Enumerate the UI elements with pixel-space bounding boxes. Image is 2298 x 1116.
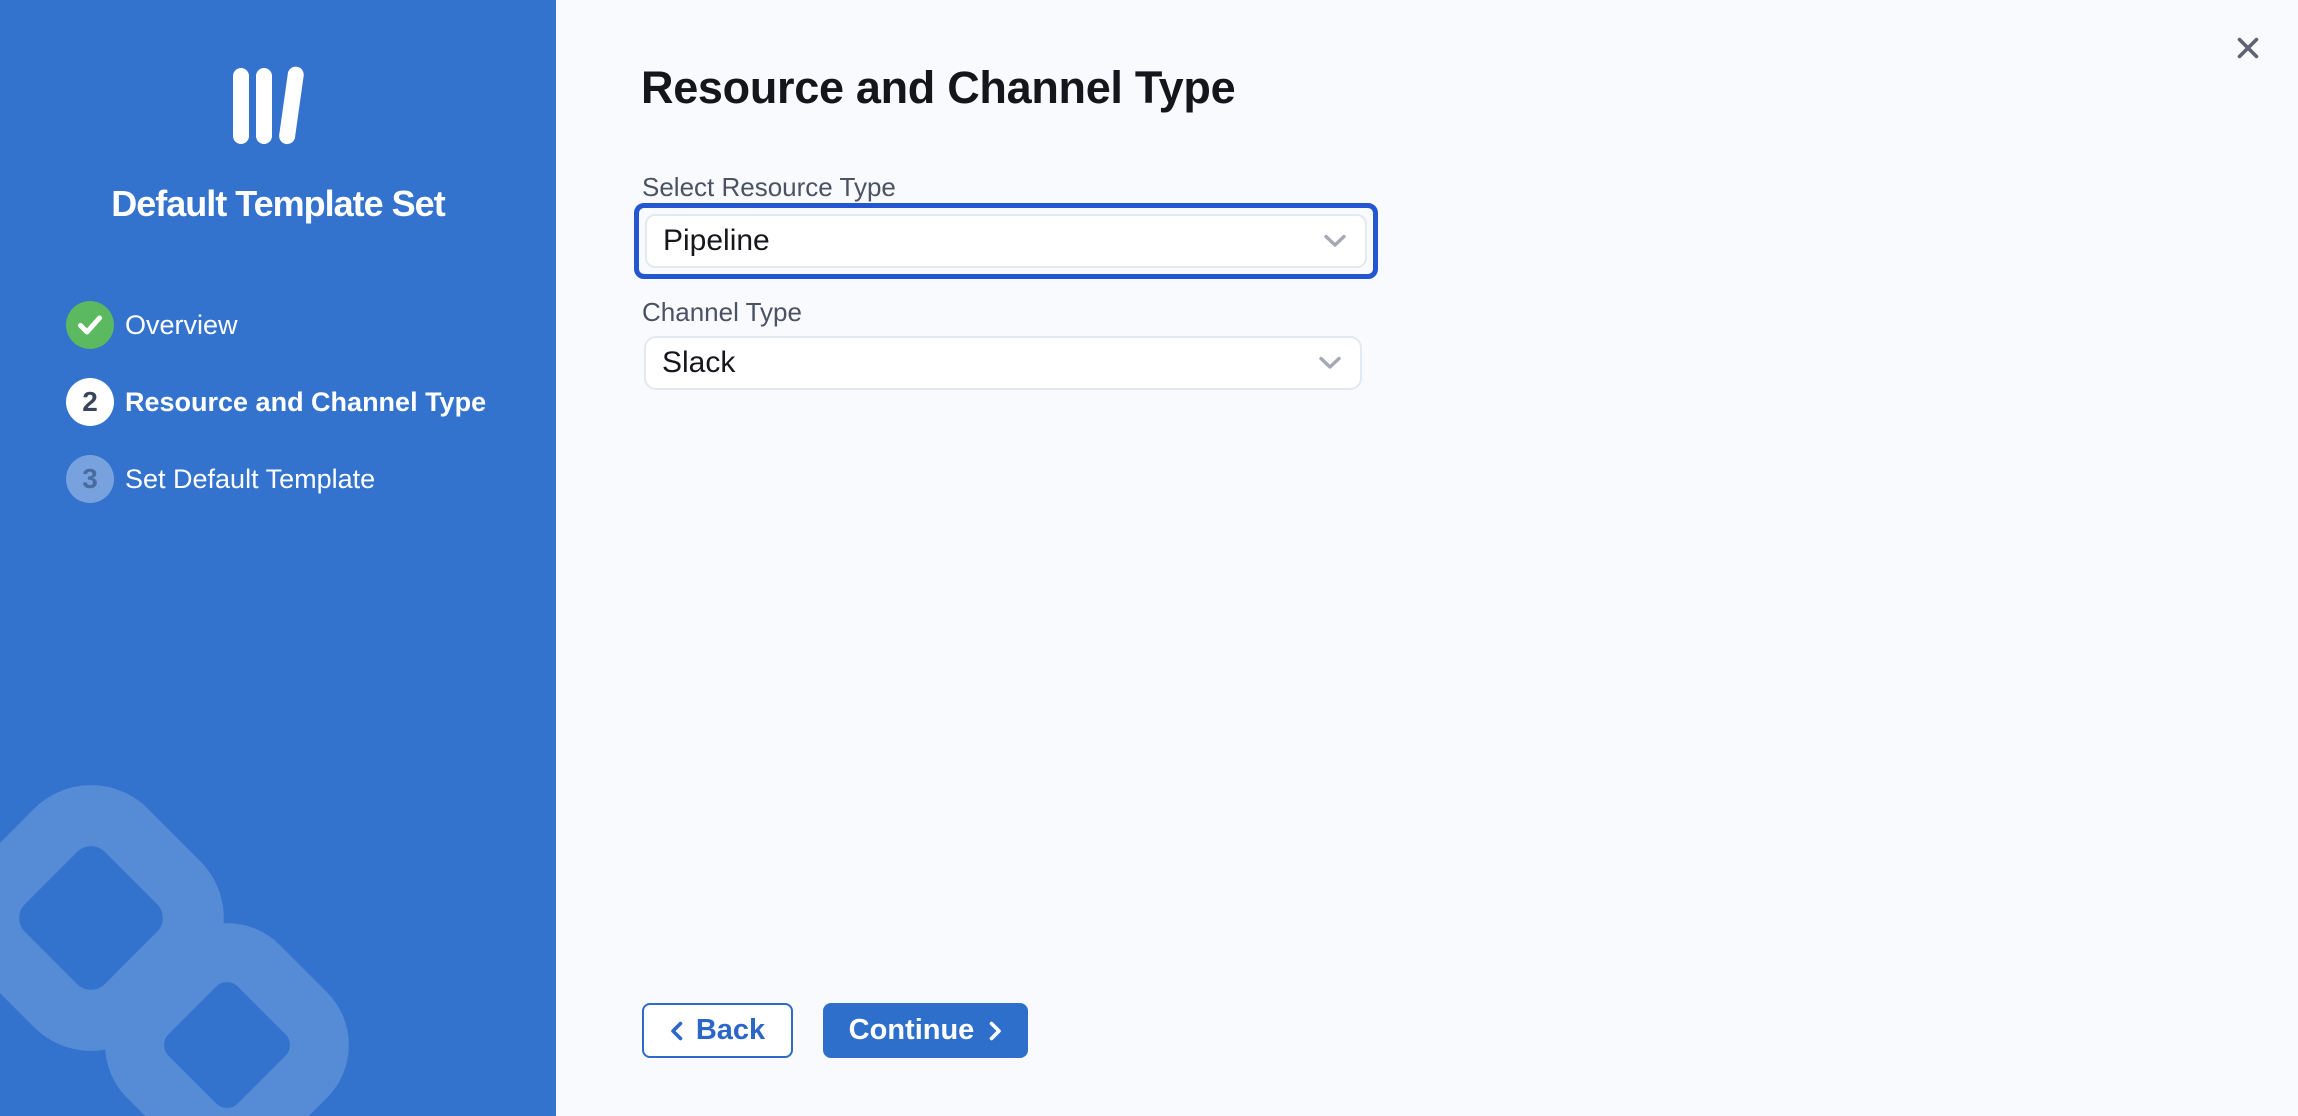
channel-type-label: Channel Type	[642, 297, 802, 328]
wizard-title: Default Template Set	[0, 183, 556, 225]
chevron-down-icon	[1318, 355, 1342, 371]
chevron-down-icon	[1323, 233, 1347, 249]
wizard-sidebar: Default Template Set Overview 2 Resource…	[0, 0, 556, 1116]
chevron-left-icon	[670, 1021, 683, 1041]
step-number-badge: 3	[66, 455, 114, 503]
brand-watermark	[0, 596, 556, 1116]
step-overview[interactable]: Overview	[66, 301, 486, 349]
wizard-steps: Overview 2 Resource and Channel Type 3 S…	[66, 301, 486, 532]
back-button-label: Back	[696, 1014, 765, 1047]
chevron-right-icon	[989, 1021, 1002, 1041]
step-resource-and-channel-type[interactable]: 2 Resource and Channel Type	[66, 378, 486, 426]
close-icon	[2235, 35, 2261, 61]
continue-button-label: Continue	[849, 1014, 975, 1047]
step-number-badge: 2	[66, 378, 114, 426]
step-label: Overview	[125, 310, 238, 341]
resource-type-label: Select Resource Type	[642, 172, 896, 203]
resource-type-focus-ring: Pipeline	[634, 203, 1378, 279]
channel-type-select[interactable]: Slack	[644, 336, 1362, 390]
close-button[interactable]	[2224, 24, 2272, 72]
wizard-content: Resource and Channel Type Select Resourc…	[556, 0, 2298, 1116]
app-logo-icon	[230, 64, 308, 148]
resource-type-value: Pipeline	[663, 224, 770, 258]
wizard-nav-buttons: Back Continue	[642, 1003, 1028, 1058]
step-label: Set Default Template	[125, 464, 375, 495]
channel-type-value: Slack	[662, 346, 735, 380]
template-set-wizard: Default Template Set Overview 2 Resource…	[0, 0, 2298, 1116]
step-label: Resource and Channel Type	[125, 387, 486, 418]
page-title: Resource and Channel Type	[641, 62, 1235, 114]
resource-type-select[interactable]: Pipeline	[645, 214, 1367, 268]
step-set-default-template[interactable]: 3 Set Default Template	[66, 455, 486, 503]
back-button[interactable]: Back	[642, 1003, 793, 1058]
continue-button[interactable]: Continue	[823, 1003, 1028, 1058]
step-complete-icon	[66, 301, 114, 349]
